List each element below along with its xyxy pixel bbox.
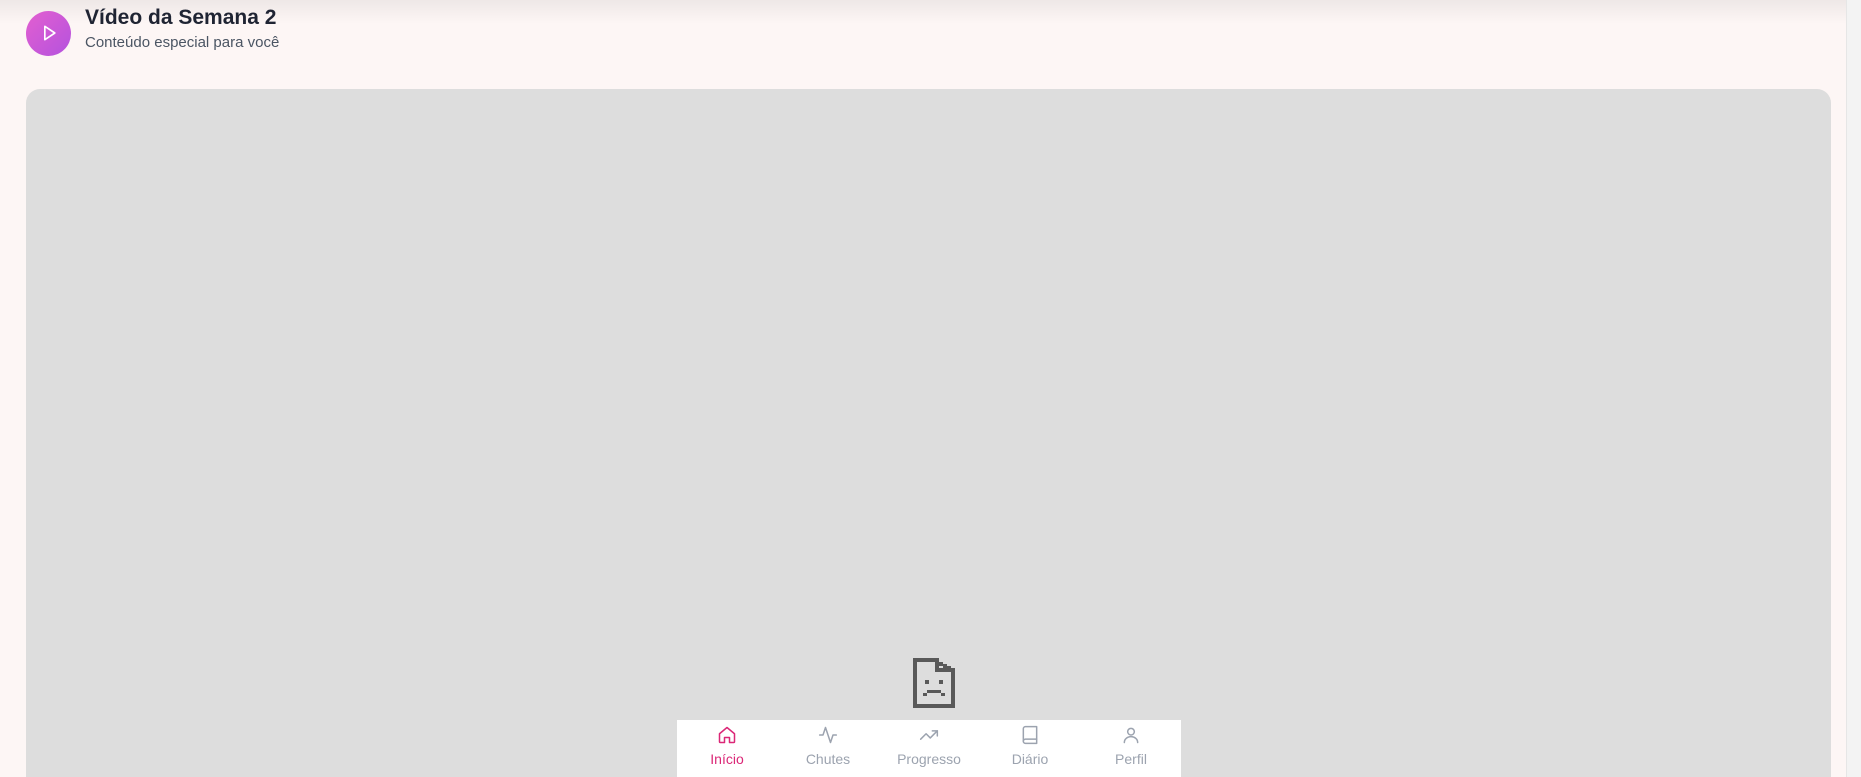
page-subtitle: Conteúdo especial para você xyxy=(85,34,280,51)
page: Vídeo da Semana 2 Conteúdo especial para… xyxy=(0,0,1861,777)
user-icon xyxy=(1123,727,1139,744)
broken-document-icon xyxy=(913,658,955,708)
nav-item-perfil[interactable]: Perfil xyxy=(1095,720,1167,777)
scrollbar[interactable] xyxy=(1846,0,1861,777)
nav-label-chutes: Chutes xyxy=(805,751,851,767)
video-player[interactable] xyxy=(26,89,1831,777)
home-icon xyxy=(718,726,736,744)
play-icon xyxy=(43,25,56,41)
play-badge[interactable] xyxy=(26,10,71,56)
bottom-navigation: Início Chutes Progresso Diário Perfil xyxy=(677,720,1181,777)
book-icon xyxy=(1022,725,1038,745)
nav-item-progresso[interactable]: Progresso xyxy=(893,720,965,777)
nav-label-diario: Diário xyxy=(1011,751,1049,767)
nav-item-diario[interactable]: Diário xyxy=(994,720,1066,777)
nav-label-progresso: Progresso xyxy=(897,751,961,767)
nav-label-inicio: Início xyxy=(710,751,744,767)
activity-icon xyxy=(818,726,838,744)
header-text: Vídeo da Semana 2 Conteúdo especial para… xyxy=(85,6,279,52)
nav-item-inicio[interactable]: Início xyxy=(691,720,763,777)
trending-up-icon xyxy=(919,730,939,740)
nav-item-chutes[interactable]: Chutes xyxy=(792,720,864,777)
page-title: Vídeo da Semana 2 xyxy=(85,6,277,29)
header: Vídeo da Semana 2 Conteúdo especial para… xyxy=(26,6,279,58)
nav-label-perfil: Perfil xyxy=(1115,751,1147,767)
